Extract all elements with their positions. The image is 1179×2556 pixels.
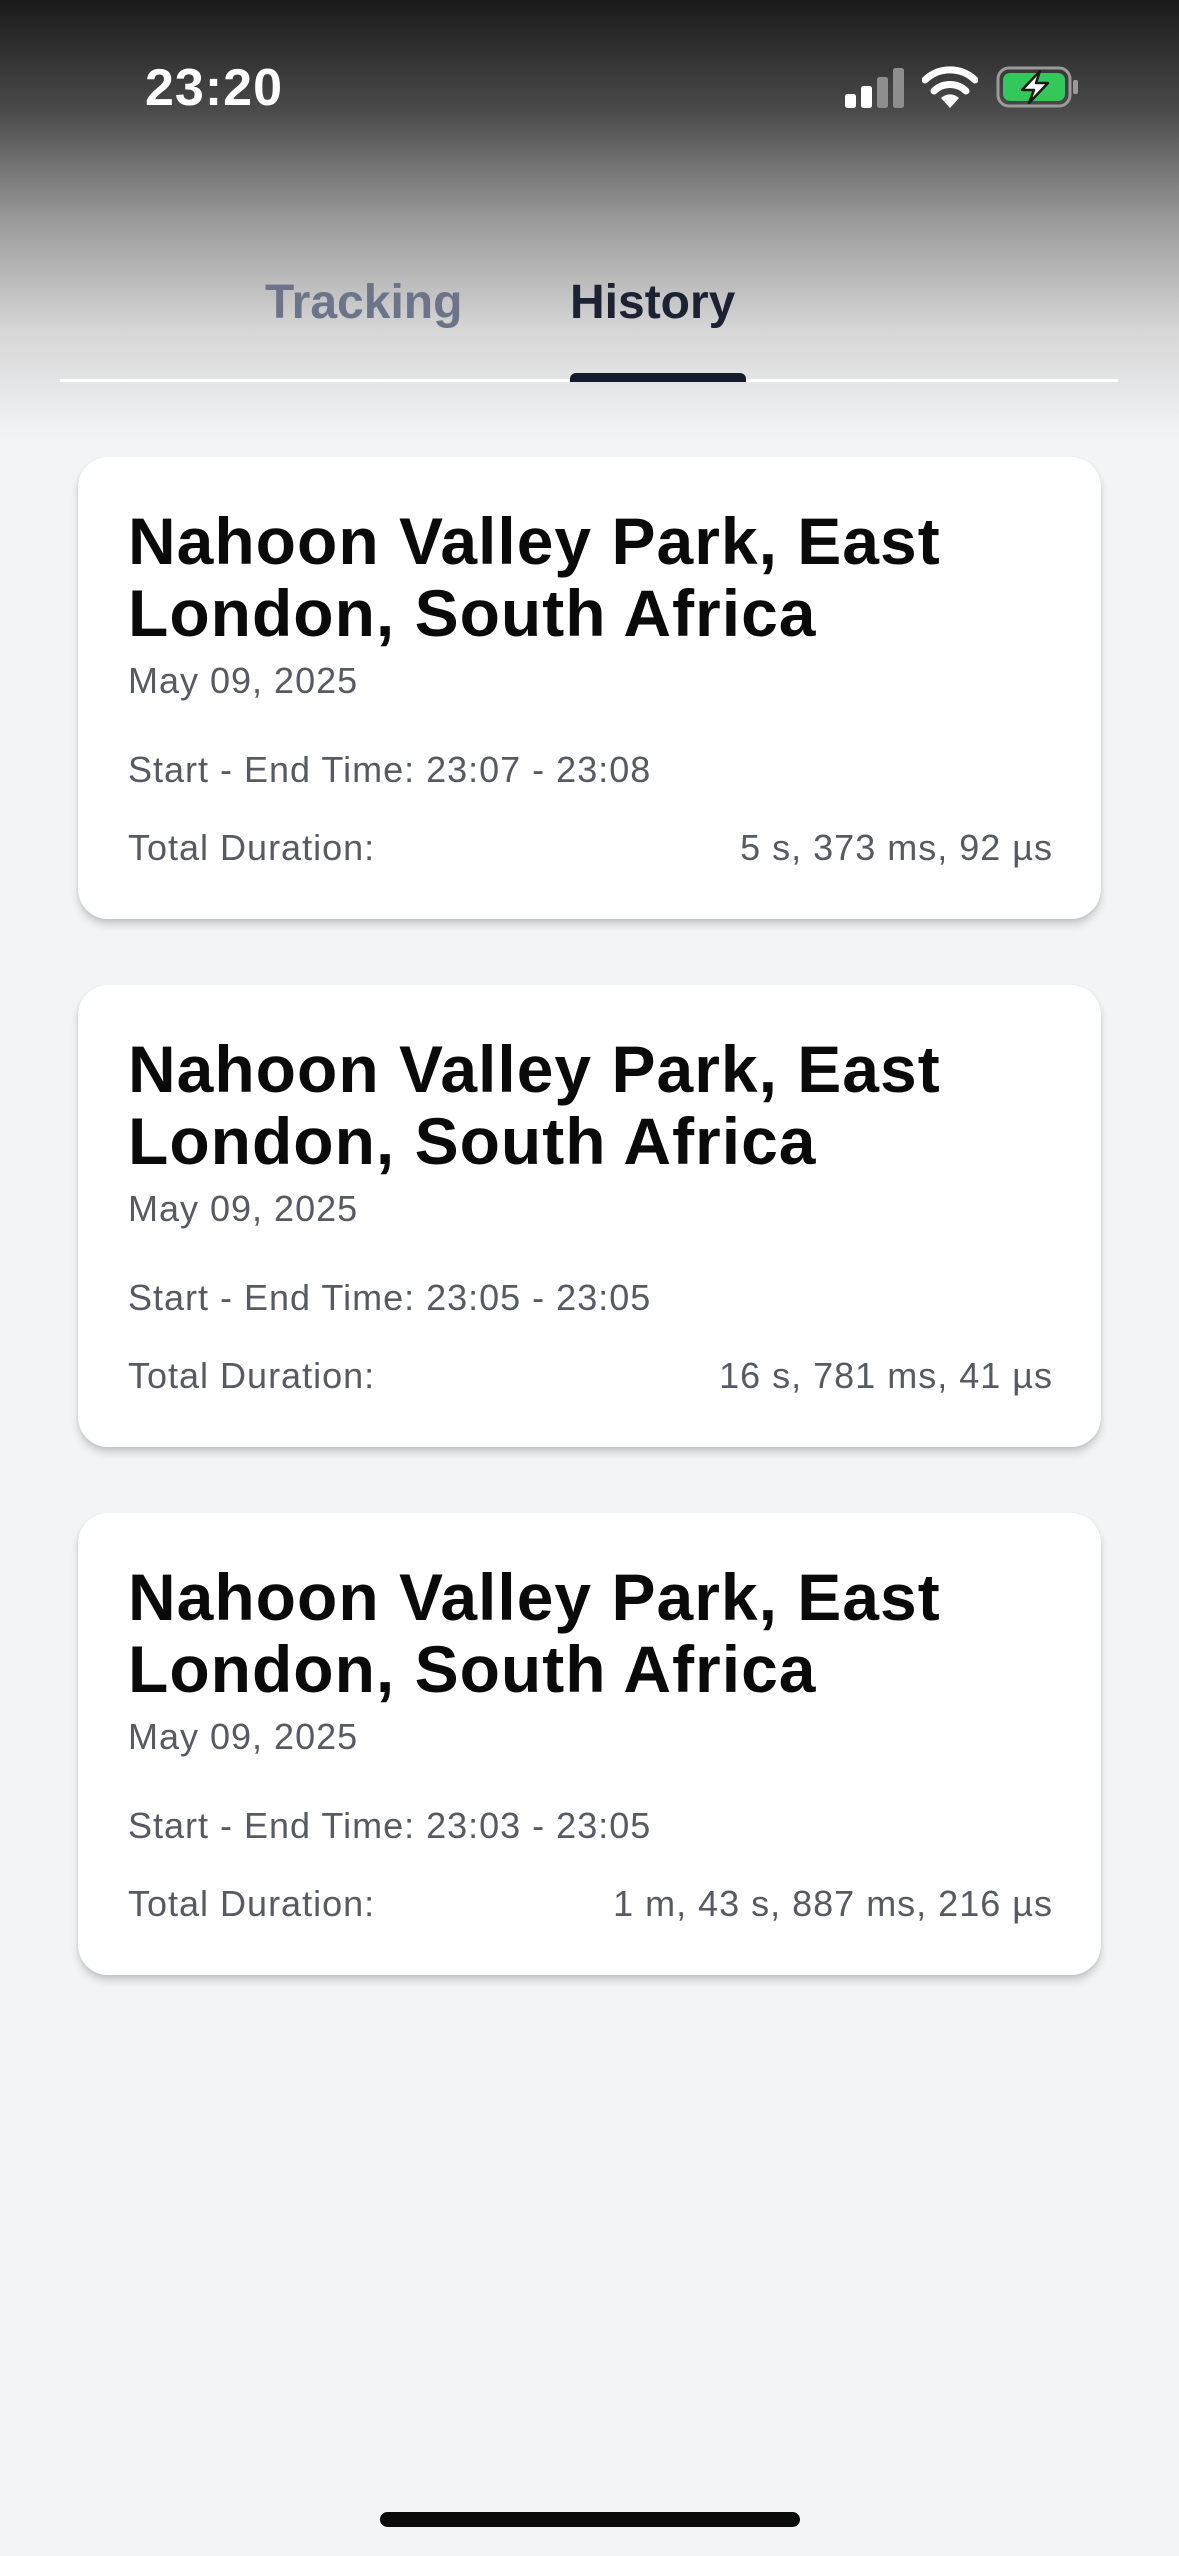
battery-charging-icon [996, 66, 1078, 108]
duration-label: Total Duration: [128, 1355, 376, 1396]
active-tab-indicator [570, 373, 746, 382]
session-time-range: Start - End Time: 23:07 - 23:08 [128, 749, 652, 790]
location-title: Nahoon Valley Park, East London, South A… [128, 504, 941, 650]
duration-label: Total Duration: [128, 1883, 376, 1924]
session-date: May 09, 2025 [128, 1716, 359, 1757]
cellular-signal-icon [845, 68, 904, 108]
tab-bar: Tracking History [60, 255, 1118, 385]
location-title: Nahoon Valley Park, East London, South A… [128, 1032, 941, 1178]
home-indicator[interactable] [380, 2512, 800, 2527]
duration-value: 5 s, 373 ms, 92 µs [740, 827, 1053, 868]
history-list: Nahoon Valley Park, East London, South A… [78, 457, 1101, 2041]
session-time-range: Start - End Time: 23:03 - 23:05 [128, 1805, 652, 1846]
wifi-icon [922, 66, 978, 108]
location-title: Nahoon Valley Park, East London, South A… [128, 1560, 941, 1706]
history-card[interactable]: Nahoon Valley Park, East London, South A… [78, 1513, 1101, 1975]
history-card[interactable]: Nahoon Valley Park, East London, South A… [78, 985, 1101, 1447]
duration-value: 1 m, 43 s, 887 ms, 216 µs [613, 1883, 1053, 1924]
status-bar: 23:20 [0, 0, 1179, 175]
history-card[interactable]: Nahoon Valley Park, East London, South A… [78, 457, 1101, 919]
duration-value: 16 s, 781 ms, 41 µs [719, 1355, 1053, 1396]
session-time-range: Start - End Time: 23:05 - 23:05 [128, 1277, 652, 1318]
session-date: May 09, 2025 [128, 660, 359, 701]
duration-label: Total Duration: [128, 827, 376, 868]
tab-tracking[interactable]: Tracking [265, 275, 462, 330]
tab-history[interactable]: History [570, 275, 735, 330]
session-date: May 09, 2025 [128, 1188, 359, 1229]
status-time: 23:20 [145, 59, 283, 117]
